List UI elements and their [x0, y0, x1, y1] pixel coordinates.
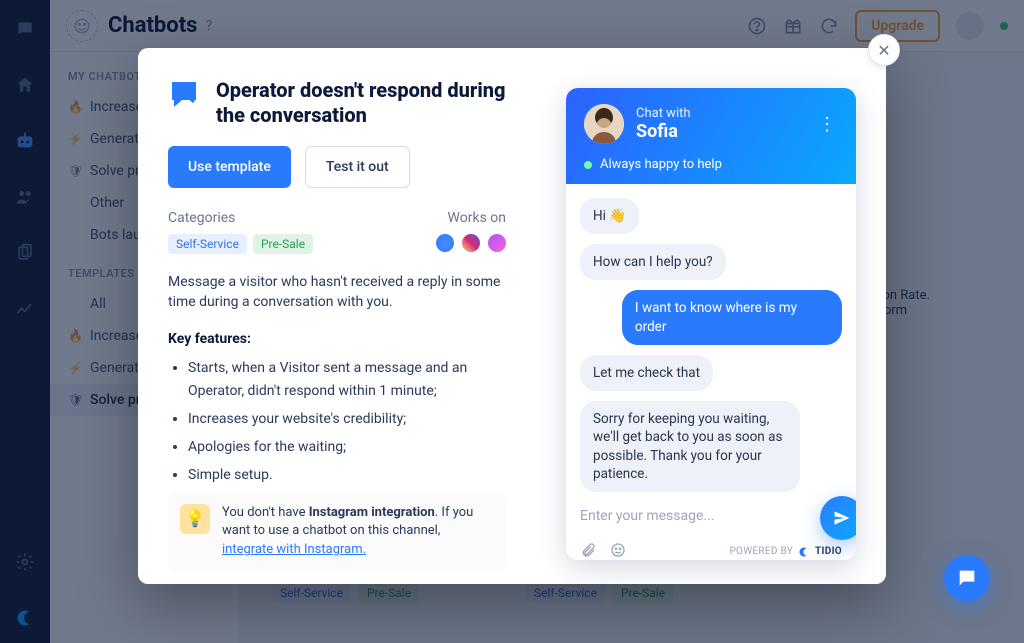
key-feature-item: Simple setup.: [188, 464, 506, 488]
key-features-list: Starts, when a Visitor sent a message an…: [168, 357, 506, 492]
emoji-icon[interactable]: [610, 542, 626, 560]
channel-messenger-icon: [436, 234, 454, 252]
chat-with-label: Chat with: [636, 106, 691, 121]
chat-message-in: Sorry for keeping you waiting, we'll get…: [580, 401, 800, 492]
chat-status: Always happy to help: [584, 157, 722, 172]
modal-preview: Chat with Sofia ⋮ Always happy to help H…: [536, 48, 886, 584]
chat-input-area: Enter your message... POWERED BY TIDIO: [566, 498, 856, 560]
chat-message-in: How can I help you?: [580, 244, 726, 280]
works-on-label: Works on: [436, 210, 506, 226]
key-feature-item: Increases your website's credibility;: [188, 408, 506, 432]
chat-avatar: [584, 104, 624, 144]
floating-chat-button[interactable]: [944, 555, 990, 601]
channel-other-icon: [488, 234, 506, 252]
channel-instagram-icon: [462, 234, 480, 252]
template-icon: [168, 78, 202, 112]
integrate-instagram-link[interactable]: integrate with Instagram.: [222, 542, 366, 557]
tag-pre-sale: Pre-Sale: [253, 234, 313, 254]
categories-label: Categories: [168, 210, 313, 226]
chat-header: Chat with Sofia ⋮ Always happy to help: [566, 88, 856, 184]
attach-icon[interactable]: [580, 542, 596, 560]
template-description: Message a visitor who hasn't received a …: [168, 272, 506, 313]
key-features-heading: Key features:: [168, 331, 506, 347]
chat-menu-icon[interactable]: ⋮: [818, 114, 838, 135]
modal-details: Operator doesn't respond during the conv…: [138, 48, 536, 584]
lightbulb-icon: 💡: [180, 504, 210, 534]
template-modal: ✕ Operator doesn't respond during the co…: [138, 48, 886, 584]
integration-notice: 💡 You don't have Instagram integration. …: [168, 492, 506, 573]
tag-self-service: Self-Service: [168, 234, 247, 254]
chat-input[interactable]: Enter your message...: [580, 508, 842, 524]
close-icon[interactable]: ✕: [868, 34, 900, 66]
chat-message-out: I want to know where is my order: [622, 290, 842, 344]
chat-message-in: Let me check that: [580, 355, 713, 391]
use-template-button[interactable]: Use template: [168, 146, 291, 188]
powered-by: POWERED BY TIDIO: [729, 546, 842, 558]
chat-widget: Chat with Sofia ⋮ Always happy to help H…: [566, 88, 856, 560]
chat-operator-name: Sofia: [636, 121, 691, 142]
chat-message-in: Hi 👋: [580, 198, 639, 234]
chat-messages: Hi 👋 How can I help you? I want to know wh…: [566, 184, 856, 498]
test-it-out-button[interactable]: Test it out: [305, 146, 410, 188]
send-button[interactable]: [820, 496, 856, 540]
modal-title: Operator doesn't respond during the conv…: [216, 78, 506, 128]
key-feature-item: Apologies for the waiting;: [188, 436, 506, 460]
key-feature-item: Starts, when a Visitor sent a message an…: [188, 357, 506, 405]
